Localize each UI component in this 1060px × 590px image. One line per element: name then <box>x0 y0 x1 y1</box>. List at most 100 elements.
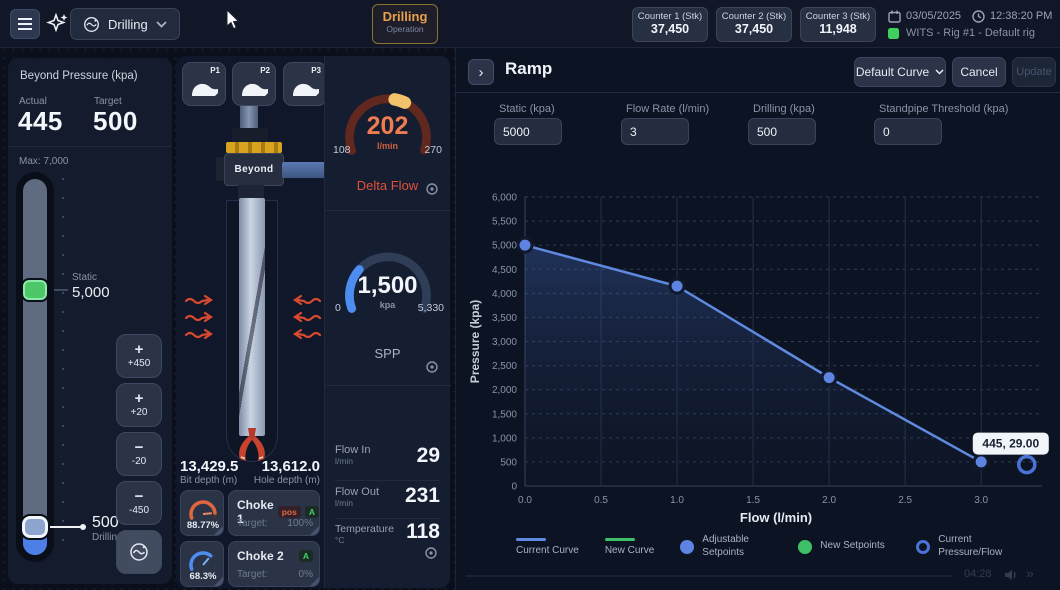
choke-1-gauge-tile[interactable]: 88.77% <box>180 490 224 536</box>
current-point-label: 445, 29.00 <box>982 437 1039 451</box>
plus-icon: + <box>135 392 144 405</box>
drilling-value: 500 <box>92 514 119 532</box>
x-axis-label: Flow (l/min) <box>516 510 1036 525</box>
delta-flow-max: 270 <box>424 144 442 156</box>
flow-rate-input[interactable] <box>621 118 689 145</box>
operation-badge-subtitle: Operation <box>373 24 437 34</box>
legend-adjustable-setpoints[interactable]: Adjustable Setpoints <box>680 534 772 559</box>
chart-legend: Current Curve New Curve Adjustable Setpo… <box>516 534 1036 559</box>
hole-depth-label: Hole depth (m) <box>252 475 320 486</box>
target-icon[interactable] <box>424 546 438 560</box>
app-window: Drilling Drilling Operation Counter 1 (S… <box>0 0 1060 590</box>
double-chevron-icon[interactable]: » <box>1026 565 1034 581</box>
chart-svg[interactable]: 05001,0001,5002,0002,5003,0003,5004,0004… <box>466 170 1051 505</box>
curve-mode-button[interactable] <box>116 530 162 574</box>
ramp-chart[interactable]: 05001,0001,5002,0002,5003,0003,5004,0004… <box>466 170 1051 505</box>
dot-swatch <box>798 540 812 554</box>
pump-card-p2[interactable]: P2 <box>232 62 276 106</box>
increment-20-label: +20 <box>131 407 148 418</box>
choke-1-pos-badge: pos <box>278 506 301 518</box>
standpipe-threshold-input[interactable] <box>874 118 942 145</box>
choke-2-auto-badge: A <box>299 550 313 562</box>
speaker-icon[interactable] <box>1004 569 1018 581</box>
static-input-label: Static (kpa) <box>499 103 555 115</box>
static-input[interactable] <box>494 118 562 145</box>
gauge-divider <box>325 385 451 386</box>
player-progress-bar[interactable] <box>466 575 951 577</box>
slider-track[interactable] <box>23 179 47 555</box>
pump-p1-label: P1 <box>210 66 220 75</box>
spp-value: 1,500 <box>325 272 450 300</box>
pump-icon <box>240 79 270 99</box>
static-value: 5,000 <box>72 284 110 301</box>
counter-1-tile[interactable]: Counter 1 (Stk) 37,450 <box>632 7 708 42</box>
minus-icon: − <box>135 441 144 454</box>
cancel-button[interactable]: Cancel <box>952 57 1006 87</box>
svg-text:2.5: 2.5 <box>898 495 912 505</box>
default-curve-dropdown[interactable]: Default Curve <box>854 57 946 87</box>
decrement-450-button[interactable]: − -450 <box>116 481 162 525</box>
svg-text:1.5: 1.5 <box>746 495 760 505</box>
counter-2-label: Counter 2 (Stk) <box>717 11 791 22</box>
target-icon[interactable] <box>425 360 439 374</box>
drilling-input[interactable] <box>748 118 816 145</box>
setpoint-2[interactable] <box>822 371 836 385</box>
ramp-panel: › Ramp Default Curve Cancel Update Stati… <box>455 48 1060 590</box>
static-thumb[interactable] <box>23 280 47 300</box>
chevron-down-icon <box>156 21 167 28</box>
mode-dropdown[interactable]: Drilling <box>70 8 180 40</box>
legend-current-curve[interactable]: Current Curve <box>516 538 579 556</box>
setpoint-3[interactable] <box>974 455 988 469</box>
collapse-panel-button[interactable]: › <box>468 59 494 85</box>
choke-2-gauge-tile[interactable]: 68.3% <box>180 541 224 587</box>
static-leader-line <box>54 289 68 291</box>
choke-2-tile[interactable]: Choke 2 A Target: 0% <box>228 541 320 587</box>
cancel-label: Cancel <box>960 65 997 79</box>
sparkle-icon[interactable] <box>46 12 70 36</box>
pressure-slider[interactable] <box>16 172 54 562</box>
counter-3-tile[interactable]: Counter 3 (Stk) 11,948 <box>800 7 876 42</box>
update-button[interactable]: Update <box>1012 57 1056 87</box>
legend-new-setpoints[interactable]: New Setpoints <box>798 540 890 554</box>
mode-label: Drilling <box>108 17 148 32</box>
setpoint-1[interactable] <box>670 279 684 293</box>
decrement-20-button[interactable]: − -20 <box>116 432 162 476</box>
tile-fold <box>214 577 223 586</box>
bit-depth-label: Bit depth (m) <box>180 475 237 486</box>
readout-divider <box>335 518 441 519</box>
menu-button[interactable] <box>10 9 40 39</box>
operation-badge: Drilling Operation <box>372 4 438 44</box>
increment-20-button[interactable]: + +20 <box>116 383 162 427</box>
spp-max: 5,330 <box>418 302 444 314</box>
pump-card-p3[interactable]: P3 <box>283 62 327 106</box>
choke-2-name: Choke 2 <box>237 549 295 563</box>
flow-arrows-left <box>184 294 220 346</box>
panel-divider <box>8 146 172 147</box>
legend-current-pressure-flow[interactable]: Current Pressure/Flow <box>916 534 1008 559</box>
increment-450-button[interactable]: + +450 <box>116 334 162 378</box>
svg-text:4,500: 4,500 <box>492 265 517 276</box>
flow-arrows-right <box>286 294 322 346</box>
legend-label: New Curve <box>605 545 654 556</box>
y-axis-label: Pressure (kpa) <box>468 300 482 383</box>
chevron-down-icon <box>935 69 944 75</box>
chevron-right-icon: › <box>479 64 484 81</box>
legend-new-curve[interactable]: New Curve <box>605 538 654 556</box>
player-time: 04:28 <box>964 568 992 580</box>
svg-text:1,000: 1,000 <box>492 433 517 444</box>
drilling-thumb[interactable] <box>22 516 48 538</box>
choke-2-gauge-icon <box>186 547 220 571</box>
hole-depth-value: 13,612.0 <box>252 458 320 475</box>
legend-label: Current Pressure/Flow <box>938 534 1008 559</box>
pump-card-p1[interactable]: P1 <box>182 62 226 106</box>
actual-value: 445 <box>18 106 63 137</box>
current-pressure-flow-marker <box>1019 457 1035 473</box>
counter-2-value: 37,450 <box>717 22 791 36</box>
drill-string <box>239 198 265 436</box>
choke-1-tile[interactable]: Choke 1 pos A Target: 100% <box>228 490 320 536</box>
target-icon[interactable] <box>425 182 439 196</box>
counter-2-tile[interactable]: Counter 2 (Stk) 37,450 <box>716 7 792 42</box>
dot-swatch <box>680 540 694 554</box>
setpoint-0[interactable] <box>518 238 532 252</box>
decrement-20-label: -20 <box>132 456 146 467</box>
